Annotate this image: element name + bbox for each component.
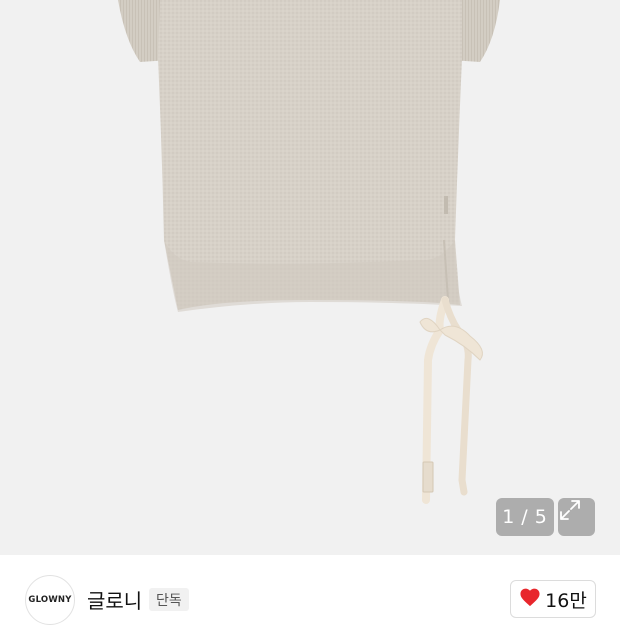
image-pager: 1 / 5 (496, 498, 554, 536)
brand-logo-text: GLOWNY (28, 595, 72, 605)
like-count: 16만 (545, 589, 587, 612)
heart-icon (519, 587, 541, 611)
pager-total: 5 (534, 506, 548, 528)
like-button[interactable]: 16만 (510, 580, 596, 618)
exclusive-badge: 단독 (149, 588, 189, 611)
brand-logo[interactable]: GLOWNY (25, 575, 75, 625)
sweater-illustration (118, 0, 500, 504)
expand-button[interactable] (558, 498, 595, 536)
product-image[interactable]: 1 / 5 (0, 0, 620, 555)
brand-name[interactable]: 글로니 (87, 585, 142, 614)
pager-current: 1 (502, 506, 516, 528)
pager-separator: / (521, 506, 529, 528)
